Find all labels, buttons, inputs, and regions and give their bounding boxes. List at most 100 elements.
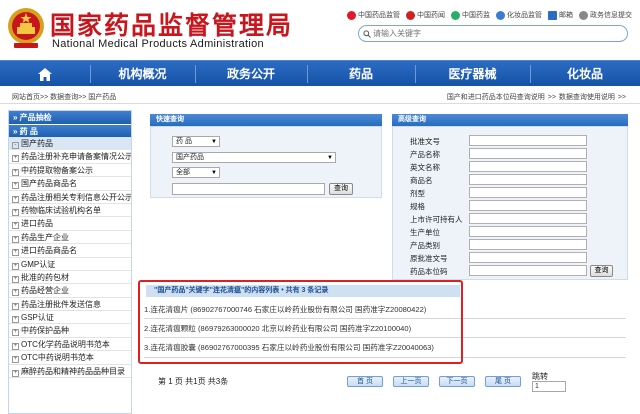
sidebar-item[interactable]: - 国产药品 bbox=[9, 137, 131, 151]
sidebar-item-label: 中药保护品种 bbox=[21, 326, 69, 336]
jump-page-input[interactable]: 1 bbox=[532, 381, 566, 392]
field-label: 药品本位码 bbox=[410, 267, 448, 276]
next-page-button[interactable]: 下一页 bbox=[439, 376, 475, 387]
subcategory-select-value: 国产药品 bbox=[176, 154, 204, 161]
expand-icon: + bbox=[12, 222, 19, 230]
sidebar-item-label: OTC化学药品说明书范本 bbox=[21, 339, 110, 349]
dosage-form-input[interactable] bbox=[469, 187, 587, 198]
sidebar-item-label: 麻醉药品和精神药品品种目录 bbox=[21, 366, 125, 376]
sidebar-item[interactable]: + 药品注册相关专利信息公开公示 bbox=[9, 191, 131, 204]
sidebar-item[interactable]: + 批准的药包材 bbox=[9, 271, 131, 285]
dropdown-arrow-icon: ▼ bbox=[211, 170, 217, 176]
nav-item-drugs[interactable]: 药品 bbox=[307, 61, 415, 87]
top-link-label: 邮箱 bbox=[559, 12, 573, 19]
trade-name-input[interactable] bbox=[469, 174, 587, 185]
nav-item-gov[interactable]: 政务公开 bbox=[195, 61, 307, 87]
expand-icon: + bbox=[12, 342, 19, 350]
top-link-mail[interactable]: 邮箱 bbox=[548, 10, 573, 20]
expand-icon: + bbox=[12, 369, 19, 377]
top-link-label: 中国药监 bbox=[462, 12, 490, 19]
sidebar-item[interactable]: + 麻醉药品和精神药品品种目录 bbox=[9, 365, 131, 379]
breadcrumb-bar: 网站首页>> 数据查询>> 国产药品 国产和进口药品本位码查询说明 >> 数据查… bbox=[0, 88, 640, 104]
license-holder-input[interactable] bbox=[469, 213, 587, 224]
scope-select-value: 全部 bbox=[176, 169, 190, 176]
top-link-submit[interactable]: 政务信息提交 bbox=[579, 10, 632, 20]
sidebar-item[interactable]: + 中药提取物备案公示 bbox=[9, 164, 131, 178]
sidebar-item[interactable]: + GMP认证 bbox=[9, 258, 131, 271]
product-category-input[interactable] bbox=[469, 239, 587, 250]
specification-input[interactable] bbox=[469, 200, 587, 211]
expand-icon: + bbox=[12, 329, 19, 337]
sidebar-item[interactable]: + GSP认证 bbox=[9, 311, 131, 325]
sidebar-item[interactable]: + 药品注册批件发送信息 bbox=[9, 298, 131, 312]
sidebar-item[interactable]: + 国产药品商品名 bbox=[9, 177, 131, 191]
sidebar-item-label: 药物临床试验机构名单 bbox=[21, 205, 101, 215]
nav-item-org[interactable]: 机构概况 bbox=[90, 61, 195, 87]
manufacturer-input[interactable] bbox=[469, 226, 587, 237]
sidebar-item[interactable]: + 中药保护品种 bbox=[9, 324, 131, 338]
subcategory-select[interactable]: 国产药品 ▼ bbox=[172, 152, 336, 163]
english-name-input[interactable] bbox=[469, 161, 587, 172]
field-label: 剂型 bbox=[410, 189, 425, 198]
quick-search-title: 快速查询 bbox=[150, 114, 382, 126]
nav-home[interactable] bbox=[0, 61, 90, 87]
field-label: 产品名称 bbox=[410, 150, 440, 159]
field-label: 原批准文号 bbox=[410, 254, 448, 263]
national-emblem-icon bbox=[8, 8, 44, 48]
keyword-input[interactable] bbox=[172, 183, 325, 195]
top-link-weibo[interactable]: 中国药品监管 bbox=[347, 10, 400, 20]
nav-item-devices[interactable]: 医疗器械 bbox=[415, 61, 530, 87]
sidebar-item[interactable]: + 药品经营企业 bbox=[9, 284, 131, 298]
sidebar-item[interactable]: + 进口药品商品名 bbox=[9, 244, 131, 258]
help-links[interactable]: 国产和进口药品本位码查询说明 >> 数据查询使用说明 >> bbox=[447, 92, 626, 102]
sidebar-item-label: 进口药品商品名 bbox=[21, 246, 77, 256]
pager-info: 第 1 页 共1页 共3条 bbox=[158, 377, 229, 386]
prev-page-button[interactable]: 上一页 bbox=[393, 376, 429, 387]
submit-icon bbox=[579, 10, 588, 20]
expand-icon: + bbox=[12, 275, 19, 283]
mail-icon bbox=[548, 10, 557, 20]
category-select[interactable]: 药 品 ▼ bbox=[172, 136, 220, 147]
sidebar-item-label: 国产药品 bbox=[21, 139, 53, 148]
wechat-icon bbox=[451, 10, 460, 20]
sidebar-item-label: 药品注册批件发送信息 bbox=[21, 299, 101, 309]
sidebar-item-label: GMP认证 bbox=[21, 259, 56, 269]
expand-icon: + bbox=[12, 316, 19, 324]
breadcrumb[interactable]: 网站首页>> 数据查询>> 国产药品 bbox=[12, 92, 116, 102]
sidebar-item[interactable]: + OTC化学药品说明书范本 bbox=[9, 338, 131, 352]
sidebar-item-label: 药品注册补充申请备案情况公示 bbox=[21, 152, 131, 162]
product-name-input[interactable] bbox=[469, 148, 587, 159]
cosmetics-icon bbox=[496, 10, 505, 20]
advanced-search-title: 高级查询 bbox=[392, 114, 628, 126]
quick-search-button[interactable]: 查询 bbox=[329, 183, 353, 195]
last-page-button[interactable]: 尾 页 bbox=[485, 376, 521, 387]
site-search bbox=[358, 25, 628, 42]
sidebar-item-label: 批准的药包材 bbox=[21, 272, 69, 282]
scope-select[interactable]: 全部 ▼ bbox=[172, 167, 220, 178]
advanced-search-button[interactable]: 查询 bbox=[590, 265, 613, 277]
search-input[interactable] bbox=[359, 26, 627, 41]
top-link-cosmetics[interactable]: 化妆品监管 bbox=[496, 10, 542, 20]
top-link-news[interactable]: 中国药闻 bbox=[406, 10, 445, 20]
sidebar: » 产品抽检 » 药 品 - 国产药品 + 药品注册补充申请备案情况公示 + 中药提取… bbox=[8, 110, 132, 414]
sidebar-item[interactable]: + 药品生产企业 bbox=[9, 231, 131, 245]
sidebar-section-sampling[interactable]: » 产品抽检 bbox=[9, 111, 131, 124]
approval-number-input[interactable] bbox=[469, 135, 587, 146]
home-icon bbox=[38, 68, 52, 81]
field-label: 规格 bbox=[410, 202, 425, 211]
sidebar-item[interactable]: + 药品注册补充申请备案情况公示 bbox=[9, 150, 131, 164]
expand-icon: + bbox=[12, 155, 19, 163]
sidebar-item[interactable]: + 进口药品 bbox=[9, 217, 131, 231]
top-link-wechat[interactable]: 中国药监 bbox=[451, 10, 490, 20]
sidebar-item[interactable]: + 药物临床试验机构名单 bbox=[9, 204, 131, 218]
original-approval-input[interactable] bbox=[469, 252, 587, 263]
field-label: 商品名 bbox=[410, 176, 433, 185]
sidebar-item-label: 药品经营企业 bbox=[21, 286, 69, 296]
first-page-button[interactable]: 首 页 bbox=[347, 376, 383, 387]
sidebar-item[interactable]: + OTC中药说明书范本 bbox=[9, 351, 131, 365]
expand-icon: + bbox=[12, 249, 19, 257]
drug-code-input[interactable] bbox=[469, 265, 587, 276]
sidebar-section-drugs[interactable]: » 药 品 bbox=[9, 124, 131, 137]
nav-item-cosmetics[interactable]: 化妆品 bbox=[530, 61, 640, 87]
expand-icon: + bbox=[12, 356, 19, 364]
